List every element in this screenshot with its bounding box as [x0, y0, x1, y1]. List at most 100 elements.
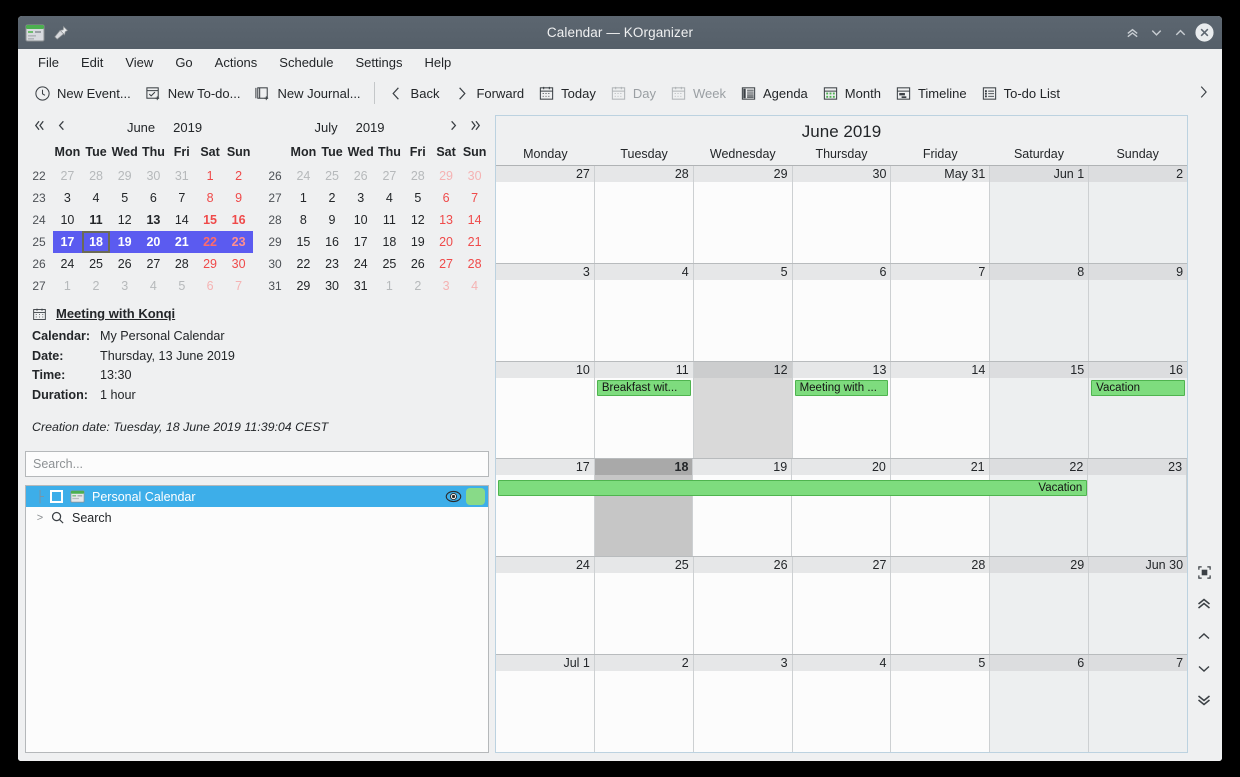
month-day-cell[interactable]: 22 [990, 459, 1089, 556]
minical-day-cell[interactable]: 16 [224, 209, 253, 231]
month-day-cell[interactable]: 2 [1089, 166, 1187, 263]
calendar-event[interactable]: Vacation [1091, 380, 1185, 396]
minical-week-number[interactable]: 27 [261, 187, 289, 209]
month-day-cell[interactable]: 8 [990, 264, 1089, 361]
minical-day-cell[interactable]: 10 [53, 209, 82, 231]
month-day-cell[interactable]: 4 [793, 655, 892, 752]
minical-week-number[interactable]: 30 [261, 253, 289, 275]
minical-july-year[interactable]: 2019 [356, 120, 385, 135]
minical-day-cell[interactable]: 26 [346, 165, 375, 187]
minical-day-cell[interactable]: 26 [110, 253, 139, 275]
minical-day-cell[interactable]: 21 [168, 231, 196, 253]
month-day-cell[interactable]: 9 [1089, 264, 1187, 361]
month-day-cell[interactable]: 20 [792, 459, 891, 556]
month-button[interactable]: Month [815, 81, 888, 106]
minical-day-cell[interactable]: 2 [224, 165, 253, 187]
minical-week-number[interactable]: 31 [261, 275, 289, 297]
minical-week-number[interactable]: 27 [25, 275, 53, 297]
minical-day-cell[interactable]: 1 [289, 187, 318, 209]
month-day-cell[interactable]: 29 [694, 166, 793, 263]
minical-day-cell[interactable]: 31 [168, 165, 196, 187]
minical-day-cell[interactable]: 24 [346, 253, 375, 275]
month-day-cell[interactable]: 26 [694, 557, 793, 654]
calendar-event-spanning[interactable]: Vacation [498, 480, 1087, 496]
minical-week-number[interactable]: 26 [25, 253, 53, 275]
minical-day-cell[interactable]: 1 [196, 165, 224, 187]
search-input[interactable] [33, 457, 481, 471]
minical-day-cell[interactable]: 4 [82, 187, 111, 209]
month-day-cell[interactable]: 16Vacation [1089, 362, 1187, 459]
minical-day-cell[interactable]: 15 [289, 231, 318, 253]
minical-day-cell[interactable]: 6 [196, 275, 224, 297]
month-day-cell[interactable]: 19 [693, 459, 792, 556]
minical-day-cell[interactable]: 6 [139, 187, 168, 209]
minical-day-cell[interactable]: 14 [460, 209, 489, 231]
minical-day-cell[interactable]: 18 [82, 231, 111, 253]
agenda-button[interactable]: Agenda [733, 81, 815, 106]
minical-day-cell[interactable]: 14 [168, 209, 196, 231]
menu-file[interactable]: File [27, 52, 70, 73]
minical-day-cell[interactable]: 30 [139, 165, 168, 187]
month-day-cell[interactable]: 6 [990, 655, 1089, 752]
minical-day-cell[interactable]: 9 [224, 187, 253, 209]
minical-day-cell[interactable]: 26 [404, 253, 432, 275]
minical-day-cell[interactable]: 2 [82, 275, 111, 297]
minical-day-cell[interactable]: 5 [404, 187, 432, 209]
calendar-event[interactable]: Meeting with ... [795, 380, 889, 396]
month-day-cell[interactable]: 29 [990, 557, 1089, 654]
menu-settings[interactable]: Settings [345, 52, 414, 73]
calendar-color-swatch[interactable] [466, 488, 485, 505]
minical-week-number[interactable]: 28 [261, 209, 289, 231]
day-button[interactable]: Day [603, 81, 663, 106]
minical-day-cell[interactable]: 3 [110, 275, 139, 297]
month-day-cell[interactable]: 17 [496, 459, 595, 556]
minical-day-cell[interactable]: 7 [168, 187, 196, 209]
new-todo-button[interactable]: New To-do... [138, 81, 248, 106]
month-day-cell[interactable]: 4 [595, 264, 694, 361]
minical-day-cell[interactable]: 4 [139, 275, 168, 297]
minical-day-cell[interactable]: 30 [318, 275, 347, 297]
minical-day-cell[interactable]: 13 [432, 209, 460, 231]
minical-day-cell[interactable]: 2 [404, 275, 432, 297]
scroll-top-button[interactable] [1193, 595, 1215, 613]
month-day-cell[interactable]: 21 [891, 459, 990, 556]
tree-item-search[interactable]: > Search [26, 507, 488, 528]
minical-day-cell[interactable]: 5 [168, 275, 196, 297]
minical-day-cell[interactable]: 31 [346, 275, 375, 297]
minical-day-cell[interactable]: 3 [53, 187, 82, 209]
minical-day-cell[interactable]: 24 [53, 253, 82, 275]
minical-day-cell[interactable]: 4 [375, 187, 404, 209]
minical-day-cell[interactable]: 24 [289, 165, 318, 187]
minical-day-cell[interactable]: 29 [110, 165, 139, 187]
minical-day-cell[interactable]: 5 [110, 187, 139, 209]
minical-week-number[interactable]: 29 [261, 231, 289, 253]
shade-button[interactable] [1121, 22, 1143, 44]
minical-day-cell[interactable]: 18 [375, 231, 404, 253]
month-day-cell[interactable]: 27 [793, 557, 892, 654]
minical-day-cell[interactable]: 8 [289, 209, 318, 231]
month-day-cell[interactable]: 28 [891, 557, 990, 654]
month-day-cell[interactable]: 5 [891, 655, 990, 752]
minical-day-cell[interactable]: 3 [432, 275, 460, 297]
month-day-cell[interactable]: 25 [595, 557, 694, 654]
month-day-cell[interactable]: 18 [595, 459, 694, 556]
toolbar-overflow-button[interactable] [1189, 80, 1217, 107]
minical-day-cell[interactable]: 28 [168, 253, 196, 275]
minimize-button[interactable] [1145, 22, 1167, 44]
minical-prev-button[interactable] [50, 118, 72, 137]
timeline-button[interactable]: Timeline [888, 81, 974, 106]
minical-day-cell[interactable]: 27 [375, 165, 404, 187]
month-day-cell[interactable]: 14 [891, 362, 990, 459]
month-day-cell[interactable]: 27 [496, 166, 595, 263]
todo-list-button[interactable]: To-do List [974, 81, 1067, 106]
minical-day-cell[interactable]: 8 [196, 187, 224, 209]
scroll-up-button[interactable] [1193, 627, 1215, 645]
minical-day-cell[interactable]: 2 [318, 187, 347, 209]
minical-day-cell[interactable]: 29 [289, 275, 318, 297]
minical-day-cell[interactable]: 12 [110, 209, 139, 231]
minical-day-cell[interactable]: 28 [404, 165, 432, 187]
title-bar[interactable]: Calendar — KOrganizer [18, 16, 1222, 49]
minical-first-button[interactable] [28, 118, 50, 137]
menu-edit[interactable]: Edit [70, 52, 114, 73]
minical-day-cell[interactable]: 22 [196, 231, 224, 253]
